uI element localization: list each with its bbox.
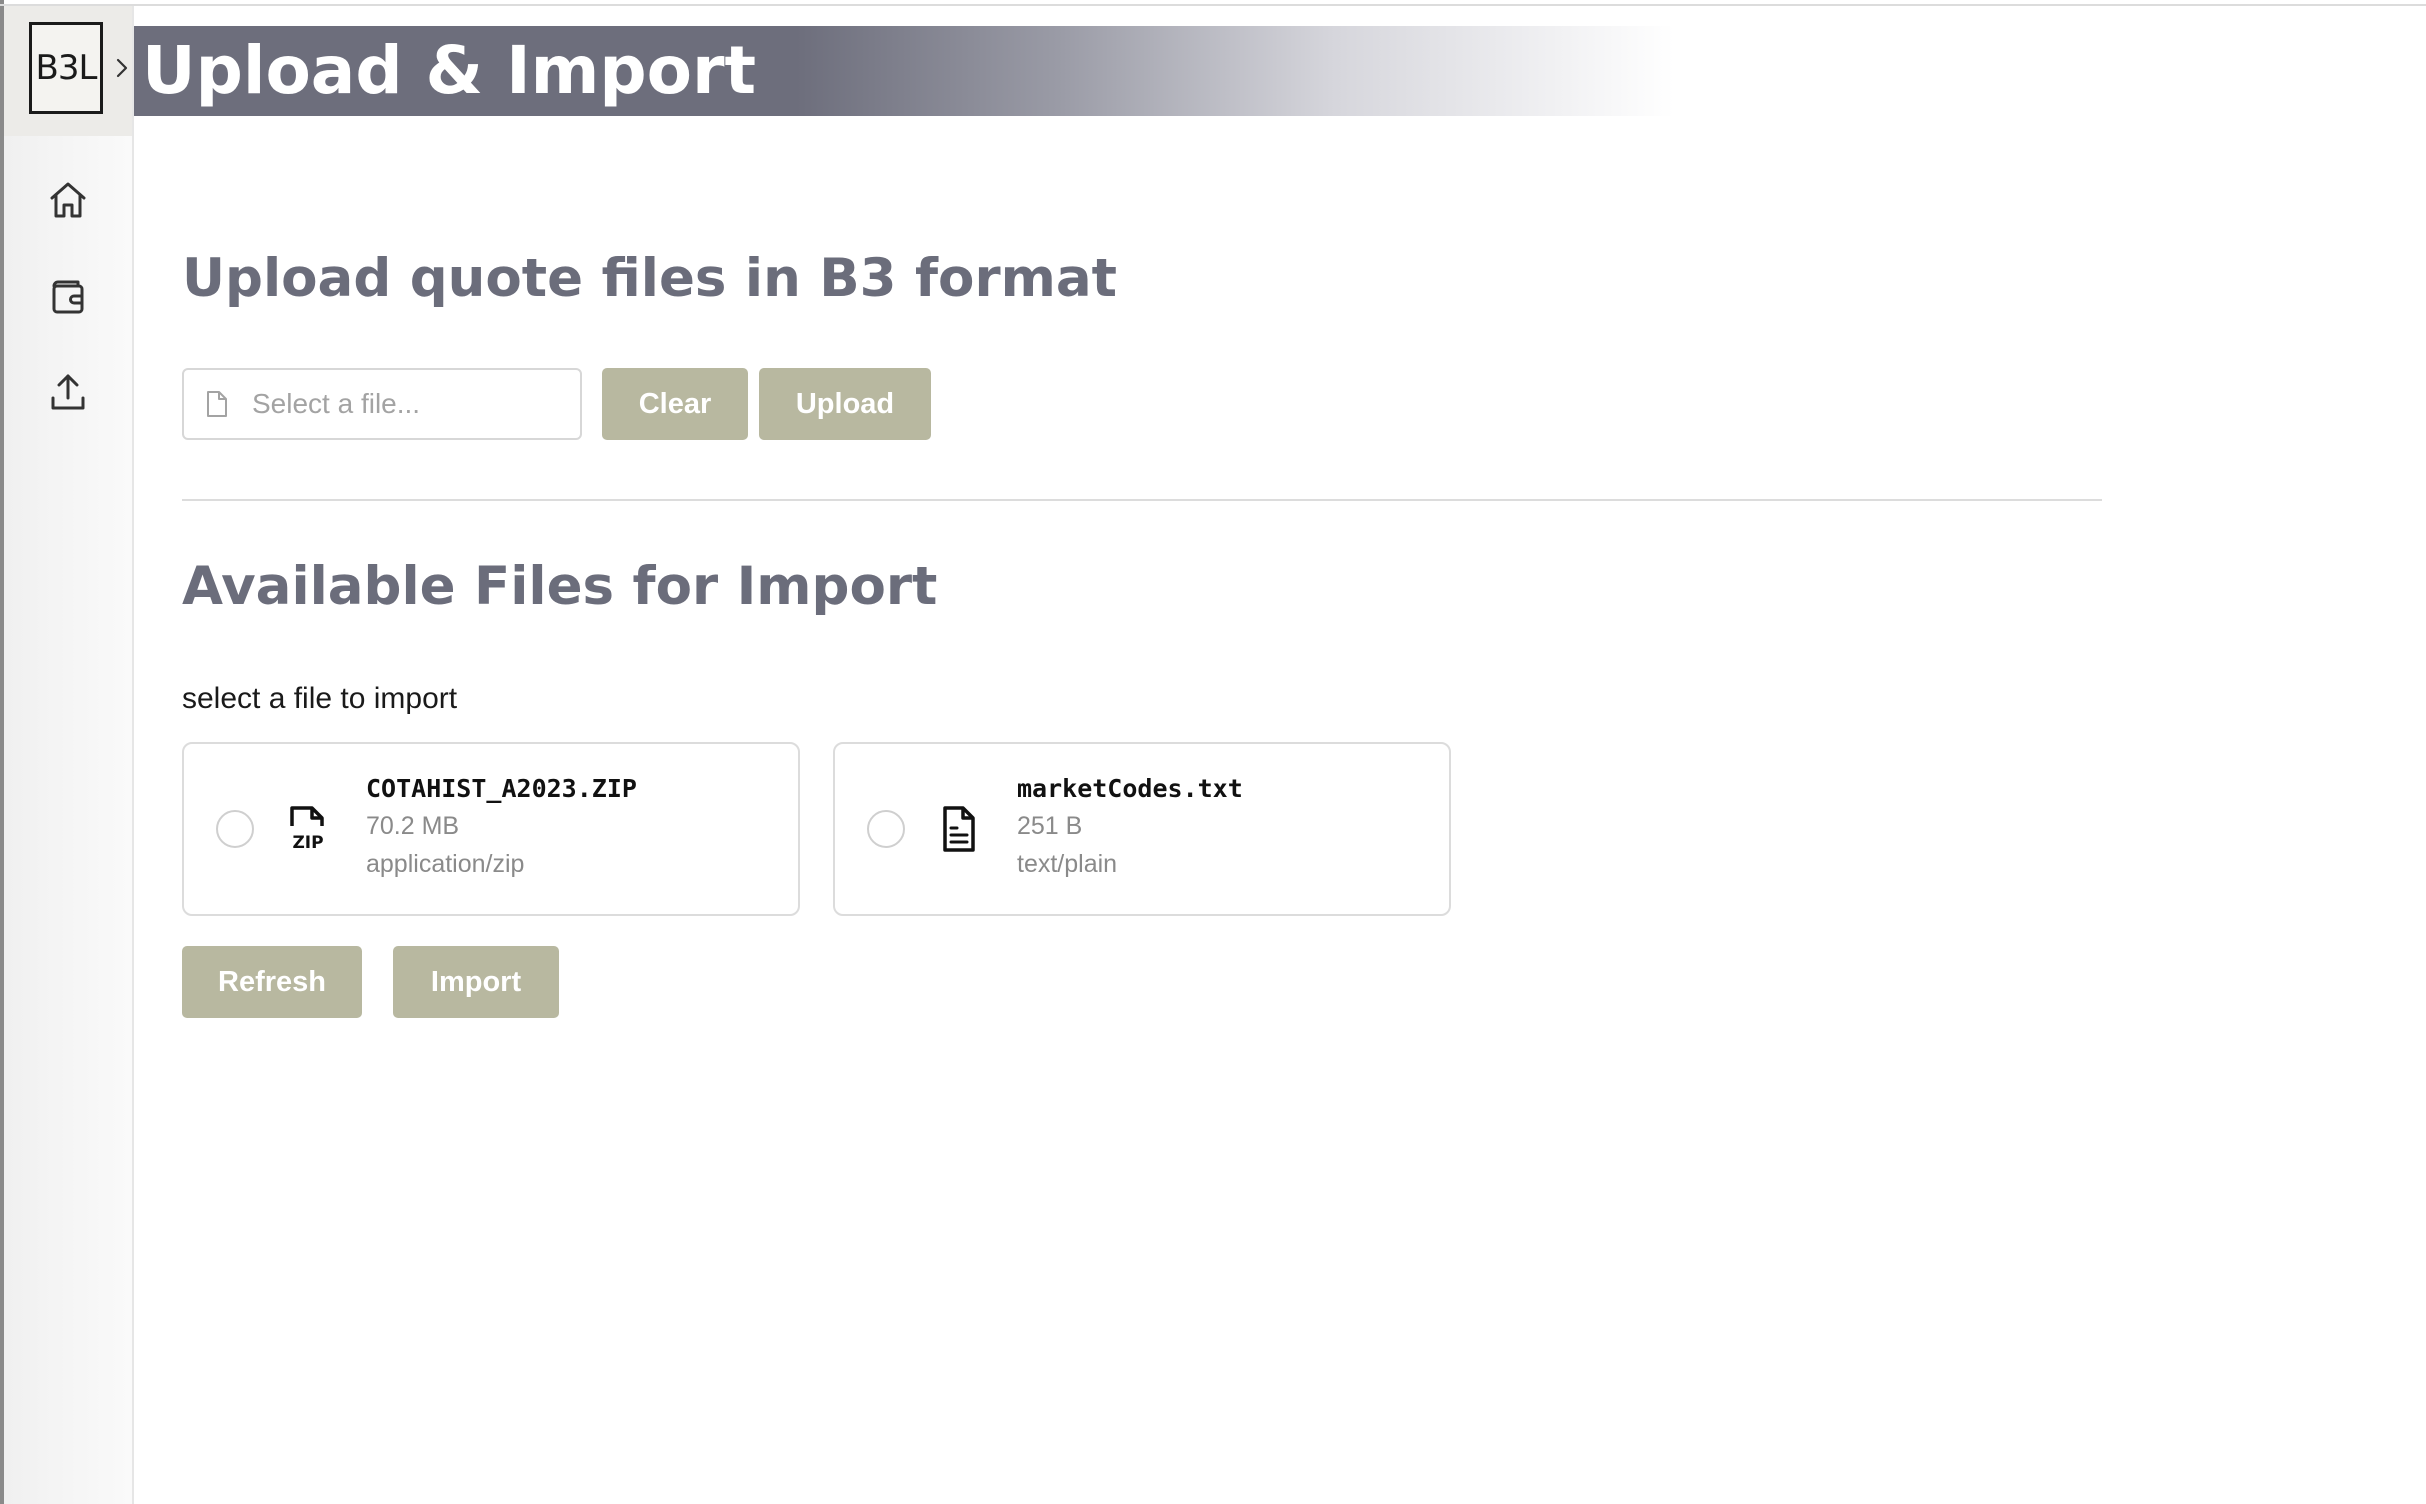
file-size: 70.2 MB: [366, 812, 460, 840]
file-icon: [206, 389, 232, 419]
file-name: marketCodes.txt: [1017, 774, 1243, 803]
file-select-input[interactable]: Select a file...: [182, 368, 582, 440]
sidebar-logo-area[interactable]: B3L: [4, 6, 132, 136]
file-size: 251 B: [1017, 812, 1083, 840]
home-icon[interactable]: [44, 176, 92, 224]
file-card-marketcodes[interactable]: marketCodes.txt 251 B text/plain: [833, 742, 1451, 916]
upload-button[interactable]: Upload: [759, 368, 931, 440]
import-button[interactable]: Import: [393, 946, 559, 1018]
upload-icon[interactable]: [44, 368, 92, 416]
app-logo[interactable]: B3L: [29, 22, 103, 114]
file-radio-button[interactable]: [216, 810, 254, 848]
page-title: Upload & Import: [142, 32, 757, 109]
file-radio-button[interactable]: [867, 810, 905, 848]
text-file-icon: [943, 806, 975, 852]
import-section-heading: Available Files for Import: [182, 556, 938, 617]
clear-button[interactable]: Clear: [602, 368, 748, 440]
zip-file-icon: ZIP: [290, 806, 324, 853]
refresh-button[interactable]: Refresh: [182, 946, 362, 1018]
file-name: COTAHIST_A2023.ZIP: [366, 774, 637, 803]
section-divider: [182, 499, 2102, 501]
svg-text:ZIP: ZIP: [292, 833, 323, 853]
file-card-cotahist[interactable]: ZIP COTAHIST_A2023.ZIP 70.2 MB applicati…: [182, 742, 800, 916]
import-instruction: select a file to import: [182, 682, 458, 715]
app-window: B3L Upload & Import Upload quote files i…: [0, 0, 2426, 1504]
upload-section-heading: Upload quote files in B3 format: [182, 248, 1117, 309]
file-mime-type: text/plain: [1017, 850, 1118, 878]
chevron-right-icon[interactable]: [112, 56, 132, 80]
sidebar: B3L: [4, 6, 134, 1504]
file-mime-type: application/zip: [366, 850, 525, 878]
file-input-placeholder: Select a file...: [252, 388, 421, 419]
wallet-icon[interactable]: [44, 272, 92, 320]
window-top-divider: [0, 4, 2426, 6]
